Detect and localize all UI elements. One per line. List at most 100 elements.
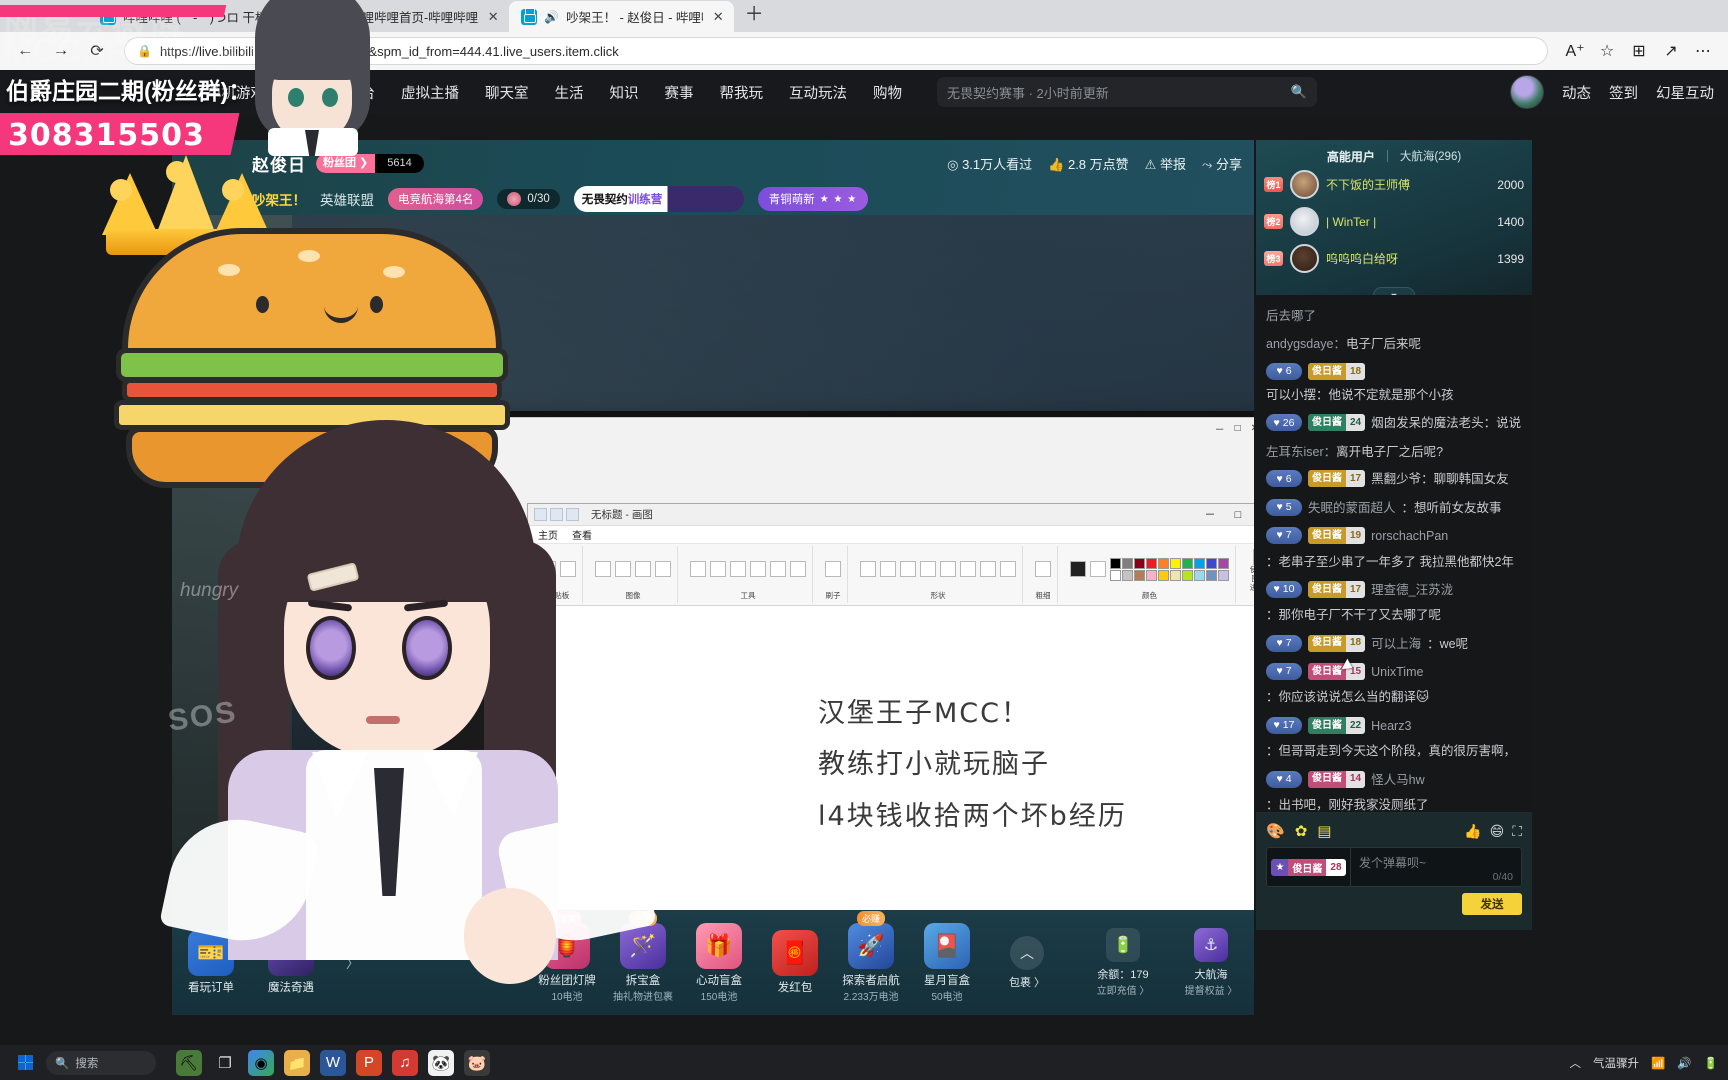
nav-link-6[interactable]: 知识 xyxy=(597,82,652,103)
chat-user[interactable]: 理查德_汪苏泷 xyxy=(1371,581,1453,600)
collections-icon[interactable]: ↗ xyxy=(1656,36,1686,66)
my-fan-medal[interactable]: ★ 俊日酱 28 xyxy=(1267,848,1351,886)
gift-item-lantern[interactable]: 爆奖 🏮 粉丝团灯牌 10电池 xyxy=(536,910,598,1003)
nav-link-7[interactable]: 赛事 xyxy=(652,82,707,103)
paint-maximize-icon[interactable]: □ xyxy=(1224,505,1252,525)
maximize-icon[interactable]: □ xyxy=(1235,423,1241,434)
gift-item-heartbox[interactable]: 🎁 心动盲盒 150电池 xyxy=(688,922,750,1003)
panda-icon[interactable]: 🐼 xyxy=(428,1049,454,1076)
high-energy-subtitle[interactable]: 大航海(296) xyxy=(1400,148,1461,164)
nav-dongtai-link[interactable]: 动态 xyxy=(1562,82,1591,103)
tab-close-icon[interactable]: ✕ xyxy=(710,9,726,25)
quick-access-toolbar[interactable] xyxy=(534,508,579,521)
level-badge[interactable]: 青铜萌新 ★ ★ ★ xyxy=(757,187,869,211)
user-name[interactable]: 不下饭的王师傅 xyxy=(1326,176,1490,193)
emoji-icon[interactable]: 😄 xyxy=(1490,823,1505,840)
image-tools[interactable] xyxy=(595,548,671,590)
minecraft-icon[interactable]: ⛏ xyxy=(176,1049,202,1076)
nav-link-8[interactable]: 帮我玩 xyxy=(707,82,777,103)
chat-user[interactable]: 可以上海 xyxy=(1371,635,1421,654)
high-energy-row[interactable]: 榜3 呜呜呜白给呀 1399 xyxy=(1264,240,1524,277)
new-tab-button[interactable]: ＋ xyxy=(740,2,768,30)
browser-tab-2[interactable]: 哔哩哔哩首页-哔哩哔哩 ✕ xyxy=(314,1,509,32)
chevron-right-icon[interactable]: 〉 xyxy=(340,953,365,972)
nav-huanxing-link[interactable]: 幻星互动 xyxy=(1656,82,1714,103)
folder-icon[interactable]: 📁 xyxy=(284,1049,310,1076)
browser-tab-1[interactable]: 哔哩哔哩 (゜-゜)つロ 干杯~-bilib ✕ xyxy=(88,1,313,32)
avatar[interactable] xyxy=(1290,244,1319,273)
high-energy-row[interactable]: 榜2 | WinTer | 1400 xyxy=(1264,203,1524,240)
paint-close-icon[interactable]: ✕ xyxy=(1252,505,1254,525)
user-avatar[interactable] xyxy=(1510,75,1544,109)
battery-icon[interactable]: 🔋 xyxy=(1704,1056,1718,1070)
navy-benefits-link[interactable]: 提督权益 〉 xyxy=(1176,982,1246,997)
size-tools[interactable] xyxy=(1035,548,1051,590)
os-search-box[interactable]: 🔍 搜索 xyxy=(46,1050,156,1075)
text-mode-icon[interactable]: ▤ xyxy=(1317,822,1331,840)
like-icon[interactable]: 👍 xyxy=(1464,823,1481,840)
read-aloud-icon[interactable]: A⁺ xyxy=(1560,36,1590,66)
color-palette[interactable] xyxy=(1110,557,1229,581)
gift-progress-badge[interactable]: 0/30 xyxy=(497,189,560,209)
gift-item-redpacket[interactable]: 🧧 发红包 xyxy=(764,930,826,995)
split-screen-icon[interactable]: ⊞ xyxy=(1624,36,1654,66)
palette-icon[interactable]: 🎨 xyxy=(1266,822,1285,840)
fanclub-badge[interactable]: 粉丝团 ❯ 5614 xyxy=(316,153,424,173)
avatar[interactable] xyxy=(1290,170,1319,199)
favorite-icon[interactable]: ☆ xyxy=(1592,36,1622,66)
gift-item-rocket[interactable]: 必赚 🚀 探索者启航 2.233万电池 xyxy=(840,910,902,1003)
event-banner[interactable]: 无畏契约 训练营 xyxy=(573,186,744,212)
back-icon[interactable]: ← xyxy=(10,36,40,66)
browser-tab-3[interactable]: 🔊 吵架王！ - 赵俊日 - 哔哩哔 ✕ xyxy=(509,1,735,32)
weather-widget[interactable]: 气温骤升 xyxy=(1593,1055,1639,1071)
avatar[interactable] xyxy=(1290,207,1319,236)
tab-close-icon[interactable]: ✕ xyxy=(289,9,305,25)
package-button[interactable]: ︿ 包裹 〉 xyxy=(992,935,1062,990)
balance-button[interactable]: 🔋 余额：179 立即充值 〉 xyxy=(1088,928,1158,997)
paint-canvas[interactable]: 汉堡王子MCC！ 教练打小就玩脑子 l4块钱收拾两个坏b经历 xyxy=(528,606,1254,910)
reload-icon[interactable]: ⟳ xyxy=(82,36,112,66)
word-icon[interactable]: W xyxy=(320,1049,346,1076)
color-swatches[interactable] xyxy=(1070,548,1229,590)
nav-link-10[interactable]: 购物 xyxy=(860,82,915,103)
chat-user[interactable]: rorschachPan xyxy=(1371,527,1448,546)
chat-user[interactable]: andygsdaye xyxy=(1266,337,1333,351)
report-button[interactable]: ⚠ 举报 xyxy=(1145,154,1186,173)
address-bar[interactable]: 🔒 https://live.bilibili.com/ ...spm=8500… xyxy=(124,37,1548,65)
windows-icon[interactable] xyxy=(10,1050,40,1076)
chat-message-list[interactable]: 后去哪了 andygsdaye：电子厂后来呢 ♥ 6 俊日酱 18 可以小摆：他… xyxy=(1256,295,1532,812)
user-name[interactable]: | WinTer | xyxy=(1326,215,1490,229)
ppt-icon[interactable]: P xyxy=(356,1049,382,1076)
nav-link-0[interactable]: 单机游戏 xyxy=(194,82,278,103)
danmaku-input-box[interactable]: ★ 俊日酱 28 发个弹幕呗~ 0/40 xyxy=(1266,847,1522,887)
paint-minimize-icon[interactable]: － xyxy=(1196,505,1224,525)
paint-menu-home[interactable]: 主页 xyxy=(538,527,558,542)
user-name[interactable]: 呜呜呜白给呀 xyxy=(1326,250,1490,267)
clipboard-tools[interactable] xyxy=(540,548,576,590)
tool-buttons[interactable] xyxy=(690,548,806,590)
nav-signin-link[interactable]: 签到 xyxy=(1609,82,1638,103)
chat-user[interactable]: 怪人马hw xyxy=(1371,771,1424,790)
chat-user[interactable]: UnixTime xyxy=(1371,663,1423,682)
nav-link-9[interactable]: 互动玩法 xyxy=(776,82,860,103)
speaker-icon[interactable]: 🔊 xyxy=(544,10,559,24)
taskview-icon[interactable]: ❐ xyxy=(212,1050,238,1076)
recharge-link[interactable]: 立即充值 〉 xyxy=(1088,982,1158,997)
chat-user[interactable]: 失眠的蒙面超人 xyxy=(1308,499,1396,518)
up-chevron-icon[interactable]: ︿ xyxy=(1570,1055,1582,1071)
speaker-icon[interactable]: 🔊 xyxy=(1677,1056,1691,1070)
tab-close-icon[interactable]: ✕ xyxy=(485,9,501,25)
chat-user[interactable]: Hearz3 xyxy=(1371,717,1411,736)
rank-badge[interactable]: 电竞航海第4名 xyxy=(388,188,484,210)
gift-item-magic[interactable]: NEW ✦ 魔法奇遇 xyxy=(260,918,322,995)
netease-icon[interactable]: ♫ xyxy=(392,1049,418,1076)
search-input[interactable]: 无畏契约赛事 · 2小时前更新 🔍 xyxy=(937,77,1317,107)
nav-link-5[interactable]: 生活 xyxy=(542,82,597,103)
fullscreen-icon[interactable]: ⛶ xyxy=(1512,823,1522,840)
pig-icon[interactable]: 🐷 xyxy=(464,1049,490,1076)
nav-link-4[interactable]: 聊天室 xyxy=(472,82,542,103)
shape-tools[interactable] xyxy=(860,548,1016,590)
more-icon[interactable]: ⋯ xyxy=(1688,36,1718,66)
gift-item-ticket[interactable]: 🎫 看玩订单 xyxy=(180,930,242,995)
gift-item-starbox[interactable]: 🎴 星月盲盒 50电池 xyxy=(916,922,978,1003)
